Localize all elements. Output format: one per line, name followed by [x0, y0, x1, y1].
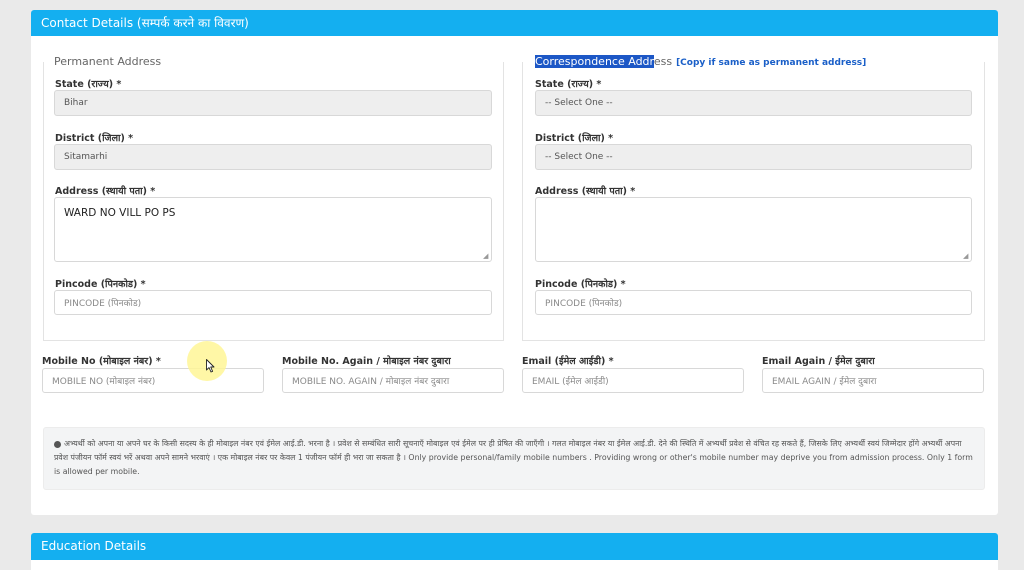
mouse-cursor-icon — [206, 359, 215, 373]
email-again-input[interactable]: EMAIL AGAIN / ईमेल दुबारा — [762, 368, 984, 393]
permanent-address-legend: Permanent Address — [54, 55, 166, 68]
mobile-again-input[interactable]: MOBILE NO. AGAIN / मोबाइल नंबर दुबारा — [282, 368, 504, 393]
correspondence-address-label: Address (स्थायी पता) * — [535, 186, 636, 197]
resize-handle-icon[interactable]: ◢ — [483, 253, 489, 260]
resize-handle-icon[interactable]: ◢ — [963, 253, 969, 260]
correspondence-state-label: State (राज्य) * — [535, 79, 602, 90]
copy-permanent-address-link[interactable]: [Copy if same as permanent address] — [676, 58, 866, 68]
permanent-pincode-input[interactable]: PINCODE (पिनकोड) — [54, 290, 492, 315]
education-details-panel: Education Details — [31, 533, 998, 570]
correspondence-state-select[interactable]: -- Select One -- — [535, 90, 972, 116]
permanent-district-value: Sitamarhi — [64, 152, 108, 162]
education-details-header[interactable]: Education Details — [31, 533, 998, 560]
email-label: Email (ईमेल आईडी) * — [522, 356, 614, 367]
mobile-label: Mobile No (मोबाइल नंबर) * — [42, 356, 161, 367]
correspondence-title-rest: ess — [653, 55, 673, 68]
correspondence-address-textarea[interactable]: ◢ — [535, 197, 972, 262]
correspondence-state-value: -- Select One -- — [545, 98, 613, 108]
correspondence-district-value: -- Select One -- — [545, 152, 613, 162]
permanent-address-label: Address (स्थायी पता) * — [55, 186, 156, 197]
mobile-input[interactable]: MOBILE NO (मोबाइल नंबर) — [42, 368, 264, 393]
email-input[interactable]: EMAIL (ईमेल आईडी) — [522, 368, 744, 393]
notice-text: अभ्यर्थी को अपना या अपने घर के किसी सदस्… — [54, 439, 973, 476]
permanent-state-label: State (राज्य) * — [55, 79, 122, 90]
correspondence-pincode-label: Pincode (पिनकोड) * — [535, 279, 626, 290]
mobile-notice-box: अभ्यर्थी को अपना या अपने घर के किसी सदस्… — [43, 427, 985, 490]
correspondence-pincode-input[interactable]: PINCODE (पिनकोड) — [535, 290, 972, 315]
permanent-district-label: District (जिला) * — [55, 133, 134, 144]
permanent-district-select[interactable]: Sitamarhi — [54, 144, 492, 170]
permanent-address-value: WARD NO VILL PO PS — [64, 207, 176, 219]
email-again-label: Email Again / ईमेल दुबारा — [762, 356, 875, 367]
contact-details-header: Contact Details (सम्पर्क करने का विवरण) — [31, 10, 998, 36]
correspondence-title-selected: Correspondence Addr — [535, 55, 654, 68]
permanent-state-value: Bihar — [64, 98, 88, 108]
permanent-pincode-label: Pincode (पिनकोड) * — [55, 279, 146, 290]
info-icon — [54, 440, 61, 448]
correspondence-address-legend: Correspondence Address [Copy if same as p… — [535, 55, 867, 68]
permanent-address-textarea[interactable]: WARD NO VILL PO PS ◢ — [54, 197, 492, 262]
correspondence-district-select[interactable]: -- Select One -- — [535, 144, 972, 170]
permanent-state-select[interactable]: Bihar — [54, 90, 492, 116]
mobile-again-label: Mobile No. Again / मोबाइल नंबर दुबारा — [282, 356, 451, 367]
correspondence-district-label: District (जिला) * — [535, 133, 614, 144]
